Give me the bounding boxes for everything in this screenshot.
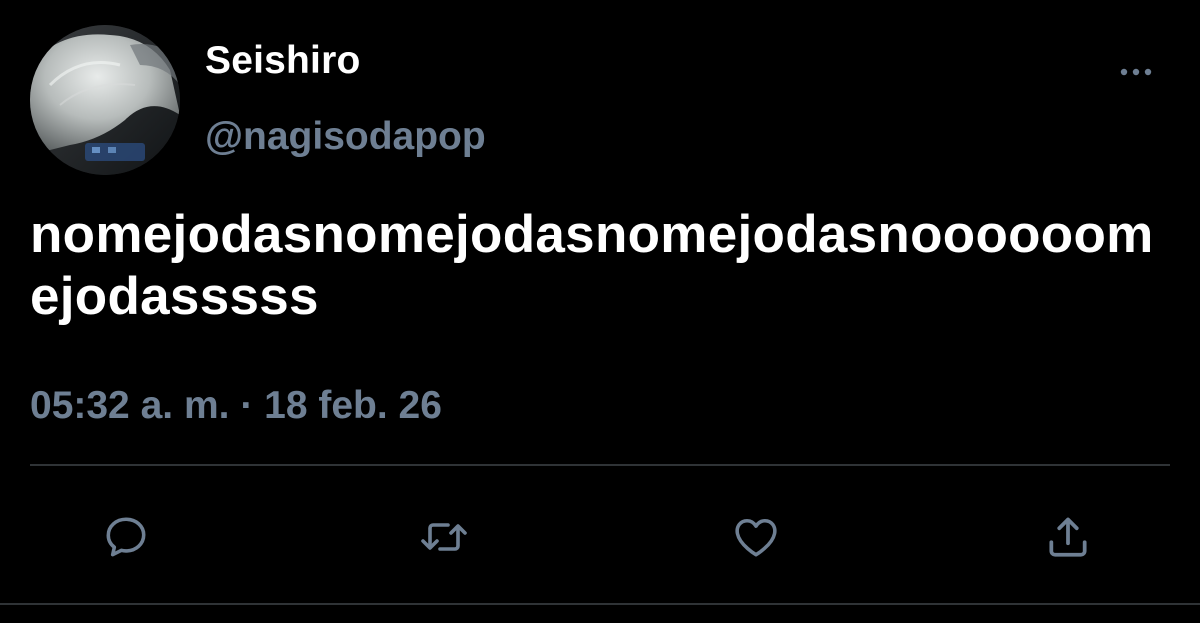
meta-separator: · bbox=[240, 384, 254, 427]
more-icon bbox=[1120, 68, 1152, 76]
share-icon bbox=[1049, 517, 1087, 557]
bottom-divider bbox=[0, 603, 1200, 605]
tweet-text: nomejodasnomejodasnomejodasnoooooomejoda… bbox=[30, 205, 1154, 326]
share-button[interactable] bbox=[1042, 511, 1094, 563]
reply-icon bbox=[106, 517, 146, 557]
avatar[interactable] bbox=[30, 25, 180, 175]
retweet-button[interactable] bbox=[418, 511, 470, 563]
like-icon bbox=[735, 518, 777, 557]
divider bbox=[30, 464, 1170, 466]
avatar-image bbox=[30, 25, 180, 175]
retweet-icon bbox=[421, 523, 467, 551]
like-button[interactable] bbox=[730, 511, 782, 563]
author-handle[interactable]: @nagisodapop bbox=[205, 117, 486, 156]
tweet-date[interactable]: 18 feb. 26 bbox=[264, 384, 442, 427]
reply-button[interactable] bbox=[100, 511, 152, 563]
author-display-name[interactable]: Seishiro bbox=[205, 41, 361, 80]
tweet-time[interactable]: 05:32 a. m. bbox=[30, 384, 229, 427]
tweet-card: Seishiro @nagisodapop nomejodasnomejodas… bbox=[0, 0, 1200, 623]
more-options-button[interactable] bbox=[1112, 60, 1160, 84]
tweet-meta: 05:32 a. m. · 18 feb. 26 bbox=[30, 386, 442, 425]
